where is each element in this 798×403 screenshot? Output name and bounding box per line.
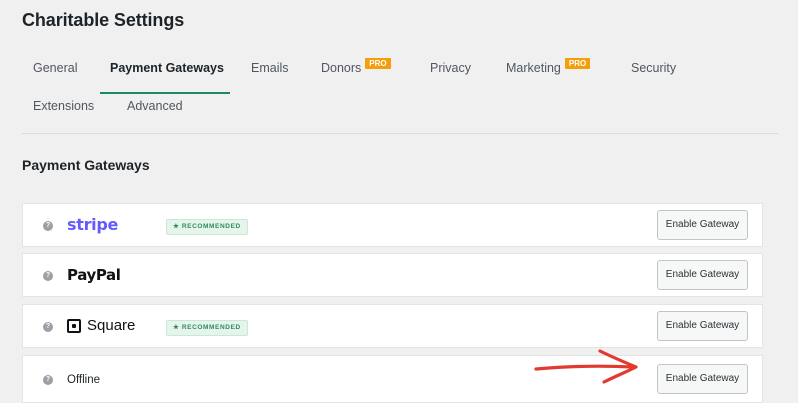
recommended-badge: ★ RECOMMENDED [166, 320, 248, 336]
stripe-logo: stripe [67, 215, 119, 234]
tab-general[interactable]: General [33, 58, 77, 78]
tab-label: Security [631, 61, 677, 75]
gateway-name: stripe [67, 204, 118, 246]
recommended-badge: ★ RECOMMENDED [166, 219, 248, 235]
offline-label: Offline [67, 374, 101, 386]
tab-label: Advanced [127, 99, 183, 113]
gateway-name: PayPal [67, 254, 121, 296]
gateway-row-stripe: ? stripe ★ RECOMMENDED Enable Gateway [22, 203, 763, 247]
pro-badge: PRO [365, 58, 391, 69]
active-tab-indicator [100, 92, 230, 94]
tab-donors[interactable]: Donors PRO [321, 58, 391, 78]
tab-emails[interactable]: Emails [251, 58, 289, 78]
tab-advanced[interactable]: Advanced [127, 96, 183, 116]
hand-drawn-arrow-icon [534, 349, 638, 384]
tab-label: Donors [321, 61, 362, 75]
enable-gateway-button[interactable]: Enable Gateway [657, 364, 748, 394]
help-icon[interactable]: ? [43, 221, 53, 231]
square-logo: Square [87, 317, 136, 334]
gateway-row-paypal: ? PayPal Enable Gateway [22, 253, 763, 297]
settings-tabs: General Payment Gateways Emails Donors PR… [0, 0, 798, 130]
tab-label: Marketing [506, 61, 561, 75]
enable-gateway-button[interactable]: Enable Gateway [657, 210, 748, 240]
gateway-row-offline: ? Offline Enable Gateway [22, 355, 763, 403]
help-icon[interactable]: ? [43, 375, 53, 385]
tab-label: Privacy [430, 61, 471, 75]
tab-label: Extensions [33, 99, 95, 113]
square-logo-icon [67, 319, 81, 333]
help-icon[interactable]: ? [43, 271, 53, 281]
tab-marketing[interactable]: Marketing PRO [506, 58, 591, 78]
section-title: Payment Gateways [22, 157, 150, 173]
gateway-name: Offline [67, 356, 100, 402]
enable-gateway-button[interactable]: Enable Gateway [657, 260, 748, 290]
tab-label: Emails [251, 61, 289, 75]
tab-privacy[interactable]: Privacy [430, 58, 471, 78]
paypal-logo: PayPal [67, 266, 121, 284]
pro-badge: PRO [564, 58, 591, 69]
tab-extensions[interactable]: Extensions [33, 96, 94, 116]
gateway-name: Square [67, 305, 135, 347]
tab-payment-gateways[interactable]: Payment Gateways [110, 58, 224, 78]
enable-gateway-button[interactable]: Enable Gateway [657, 311, 748, 341]
tab-label: Payment Gateways [110, 61, 224, 75]
gateway-row-square: ? Square ★ RECOMMENDED Enable Gateway [22, 304, 763, 348]
tab-security[interactable]: Security [631, 58, 676, 78]
help-icon[interactable]: ? [43, 322, 53, 332]
tab-label: General [33, 61, 78, 75]
divider [22, 133, 778, 134]
